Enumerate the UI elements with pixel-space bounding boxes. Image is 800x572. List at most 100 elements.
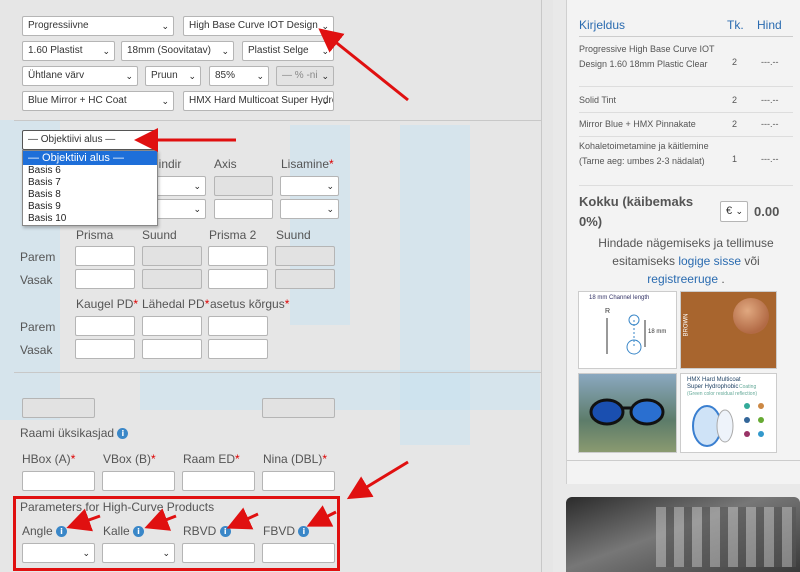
chevron-down-icon: ⌄ [161, 96, 169, 106]
tint-percent-select[interactable]: 85% ⌄ [209, 66, 269, 86]
total-label: Kokku (käibemaks 0%) [579, 194, 694, 229]
tint-type-select[interactable]: Ühtlane värv ⌄ [22, 66, 138, 86]
row-label-left: Vasak [20, 343, 53, 357]
info-icon[interactable]: i [133, 526, 145, 538]
frame-type-input [22, 398, 95, 418]
add-left-select[interactable]: ⌄ [280, 199, 339, 219]
raam-ed-header: Raam ED* [183, 452, 240, 466]
base-option-8[interactable]: Basis 8 [23, 189, 157, 201]
chevron-down-icon: ⌄ [321, 96, 329, 106]
direction2-right-input [275, 246, 335, 266]
base-curve-dropdown: — Objektiivi alus — Basis 6 Basis 7 Basi… [22, 150, 158, 226]
hmx-coating-thumbnail[interactable]: HMX Hard Multicoat Super Hydrophobic Coa… [680, 373, 777, 453]
row-desc: Mirror Blue + HMX Pinnakate [579, 119, 696, 129]
cylinder-header: lindir [156, 157, 182, 171]
required-marker: * [133, 297, 139, 311]
hbox-input[interactable] [22, 471, 95, 491]
prism-right-input[interactable] [75, 246, 135, 266]
register-link[interactable]: registreeruge [647, 272, 718, 286]
pd-near-right-input[interactable] [142, 316, 202, 336]
prism2-right-input[interactable] [208, 246, 268, 266]
design-select[interactable]: Progressiivne ⌄ [22, 16, 174, 36]
pd-far-header: Kaugel PD* [76, 297, 138, 311]
summary-row: Progressive High Base Curve IOT Design 1… [579, 42, 793, 87]
fbvd-label: FBVD [263, 524, 296, 538]
angle-header: Angle i [22, 524, 68, 538]
chevron-down-icon: ⌄ [256, 71, 264, 81]
pd-far-right-input[interactable] [75, 316, 135, 336]
channel-mm-label: 18 mm [648, 329, 667, 335]
required-marker: * [151, 452, 156, 466]
pd-far-left-input[interactable] [75, 339, 135, 359]
chevron-down-icon: ⌄ [193, 204, 201, 214]
base-option-10[interactable]: Basis 10 [23, 213, 157, 225]
product-select[interactable]: High Base Curve IOT Design ⌄ [183, 16, 334, 36]
vbox-header: VBox (B)* [103, 452, 156, 466]
coating-select[interactable]: HMX Hard Multicoat Super Hydrophobic⌄ [183, 91, 334, 111]
fit-height-right-input[interactable] [208, 316, 268, 336]
index-select-value: 1.60 Plastist [28, 45, 83, 56]
index-select[interactable]: 1.60 Plastist ⌄ [22, 41, 115, 61]
promo-photo [566, 497, 800, 572]
price-header: Hind [757, 18, 782, 32]
lens-order-form: Progressiivne ⌄ High Base Curve IOT Desig… [0, 0, 553, 572]
vbox-input[interactable] [102, 471, 175, 491]
angle-label: Angle [22, 524, 53, 538]
hbox-header: HBox (A)* [22, 452, 75, 466]
column-divider [541, 0, 542, 572]
add-right-select[interactable]: ⌄ [280, 176, 339, 196]
info-icon[interactable]: i [298, 526, 310, 538]
kalle-select[interactable]: ⌄ [102, 543, 175, 563]
mirror-select[interactable]: Blue Mirror + HC Coat ⌄ [22, 91, 174, 111]
angle-select[interactable]: ⌄ [22, 543, 95, 563]
fbvd-input[interactable] [262, 543, 335, 563]
info-icon[interactable]: i [117, 428, 129, 440]
add-header-label: Lisamine [281, 157, 330, 171]
chevron-down-icon: ⌄ [162, 548, 170, 558]
summary-header: Kirjeldus Tk. Hind [579, 16, 793, 37]
info-icon[interactable]: i [56, 526, 68, 538]
height-select[interactable]: 18mm (Soovitatav) ⌄ [121, 41, 234, 61]
pd-near-label: Lähedal PD [142, 297, 205, 311]
channel-length-thumbnail[interactable]: 18 mm Channel length R 18 mm [578, 291, 677, 369]
rbvd-input[interactable] [182, 543, 255, 563]
nina-input[interactable] [262, 471, 335, 491]
axis-left-input[interactable] [214, 199, 273, 219]
add-header: Lisamine* [281, 157, 334, 171]
chevron-down-icon: ⌄ [143, 135, 151, 145]
base-option-9[interactable]: Basis 9 [23, 201, 157, 213]
frame-title-label: Raami üksikasjad [20, 426, 115, 440]
login-link[interactable]: logige sisse [678, 254, 741, 268]
row-qty: 1 [732, 154, 738, 164]
material-select[interactable]: Plastist Selge ⌄ [242, 41, 334, 61]
direction2-left-input [275, 269, 335, 289]
chevron-down-icon: ⌄ [321, 46, 329, 56]
tint-color-select[interactable]: Pruun ⌄ [145, 66, 201, 86]
high-curve-title: Parameters for High-Curve Products [20, 500, 215, 514]
pd-near-left-input[interactable] [142, 339, 202, 359]
frame-shape-input [262, 398, 335, 418]
direction-header: Suund [142, 228, 177, 242]
row-qty: 2 [732, 57, 738, 67]
axis-header: Axis [214, 157, 237, 171]
required-marker: * [322, 452, 328, 466]
chevron-down-icon: ⌄ [321, 21, 329, 31]
summary-row: Solid Tint 2 ---.-- [579, 92, 793, 113]
base-curve-select[interactable]: — Objektiivi alus — ⌄ [22, 130, 156, 150]
brown-swatch-icon [733, 298, 769, 334]
info-icon[interactable]: i [219, 526, 231, 538]
base-option-7[interactable]: Basis 7 [23, 177, 157, 189]
coating-select-value: HMX Hard Multicoat Super Hydrophobic [189, 95, 333, 106]
mirror-sunglasses-thumbnail[interactable] [578, 373, 677, 453]
base-option-none[interactable]: — Objektiivi alus — [23, 151, 157, 165]
row-label-right: Parem [20, 320, 56, 334]
fit-height-left-input[interactable] [208, 339, 268, 359]
raam-ed-input[interactable] [182, 471, 255, 491]
prism-left-input[interactable] [75, 269, 135, 289]
chevron-down-icon: ⌄ [735, 206, 743, 216]
brown-tint-thumbnail[interactable]: BROWN [680, 291, 777, 369]
currency-select[interactable]: € ⌄ [720, 201, 748, 222]
frame-title: Raami üksikasjad i [20, 426, 129, 440]
base-option-6[interactable]: Basis 6 [23, 165, 157, 177]
prism2-left-input[interactable] [208, 269, 268, 289]
